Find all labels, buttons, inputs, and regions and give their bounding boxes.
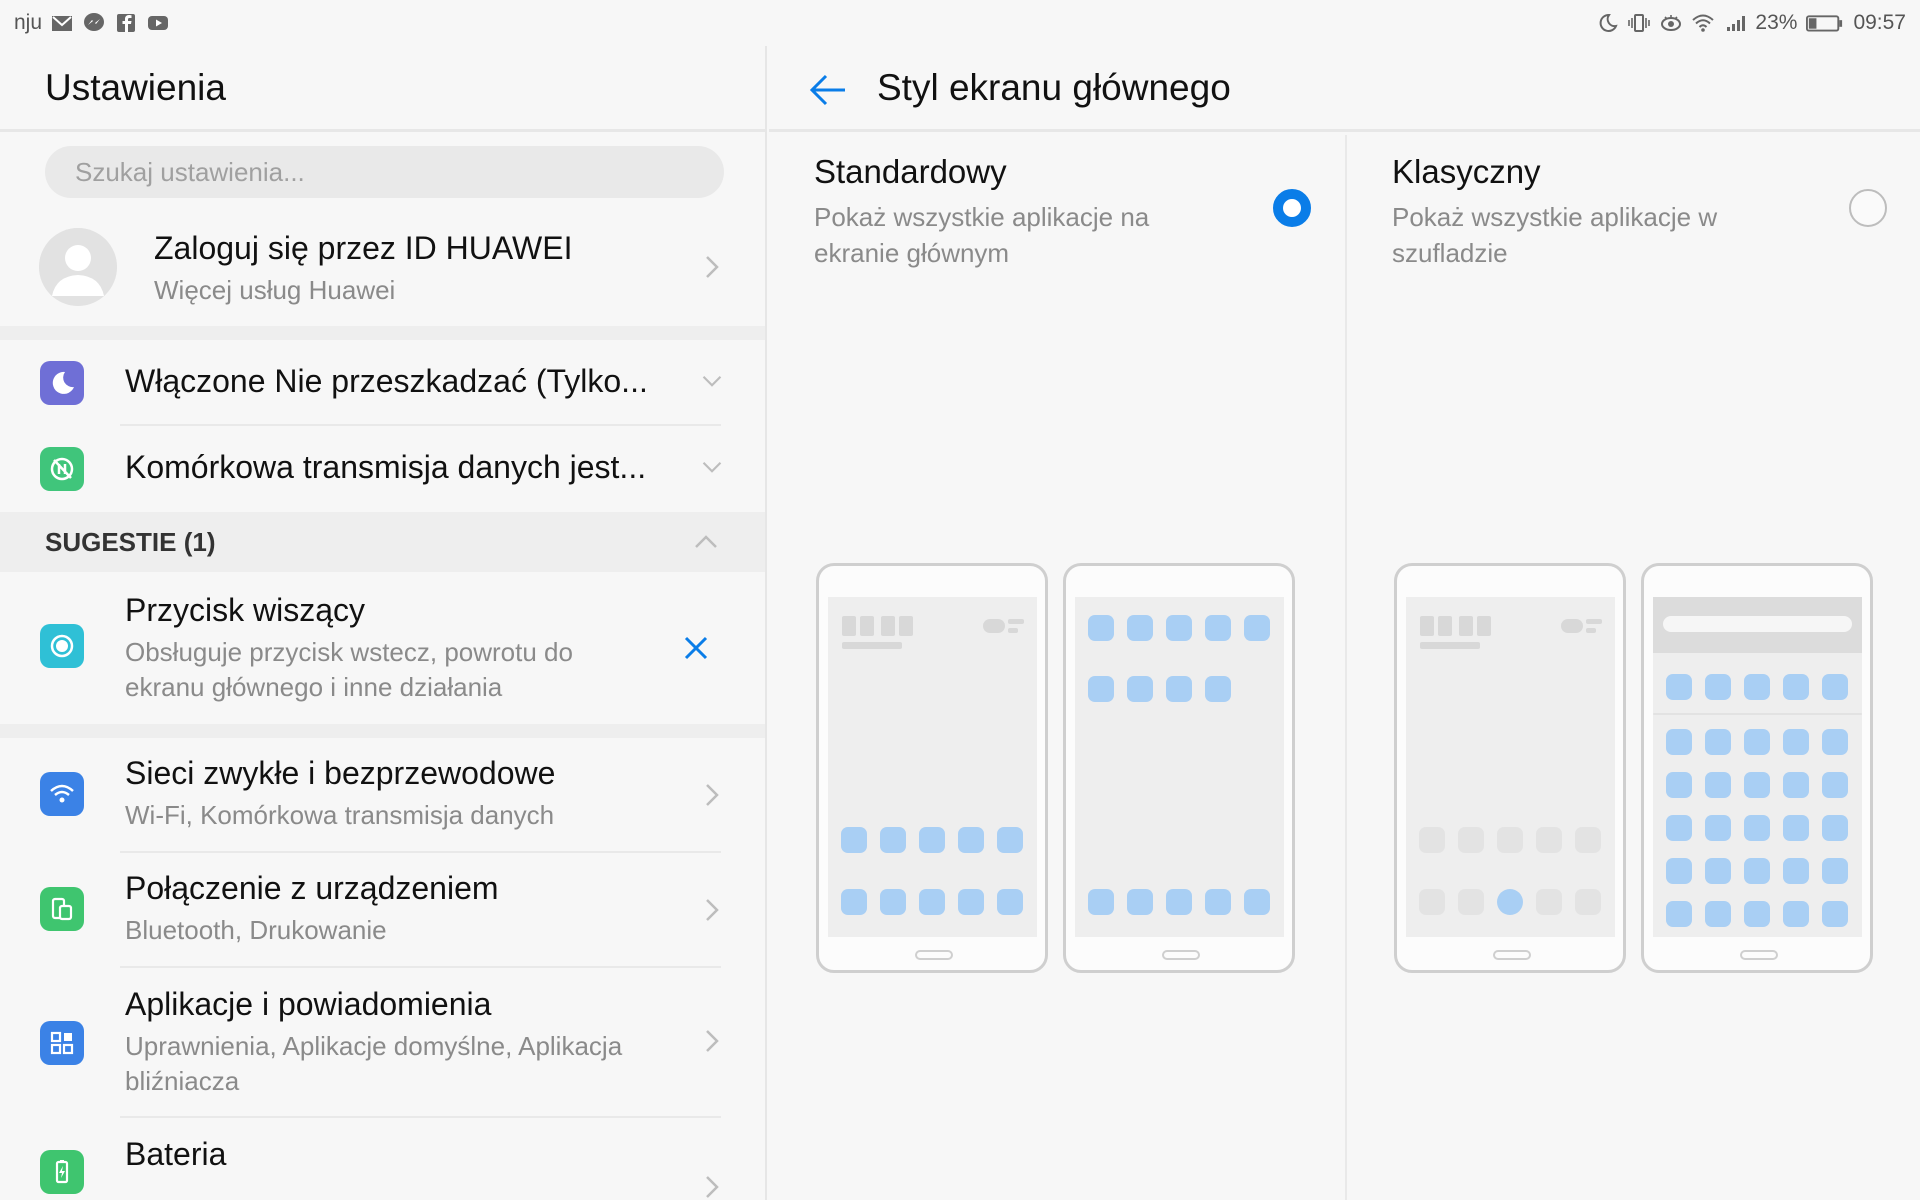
apps-icon	[40, 1021, 84, 1065]
section-separator	[0, 724, 765, 738]
suggestion-subtitle-line1: Obsługuje przycisk wstecz, powrotu do	[125, 637, 573, 667]
settings-item-device-connection[interactable]: Połączenie z urządzeniem Bluetooth, Druk…	[0, 853, 765, 968]
option-standard-title: Standardowy	[814, 153, 1007, 190]
radio-classic-unselected[interactable]	[1849, 189, 1887, 227]
battery-title: Bateria	[125, 1136, 227, 1172]
home-button	[915, 950, 953, 960]
phone-screen	[828, 597, 1037, 937]
avatar	[39, 228, 117, 306]
youtube-icon	[146, 12, 170, 34]
floating-button-icon	[40, 624, 84, 668]
settings-item-apps[interactable]: Aplikacje i powiadomienia Uprawnienia, A…	[0, 968, 765, 1118]
screen: nju 23% 09:57 Ustawienia Szukaj ustawien…	[0, 0, 1920, 1200]
mobile-data-label: Komórkowa transmisja danych jest...	[125, 449, 647, 485]
phone-preview	[816, 563, 1048, 973]
vibrate-icon	[1627, 12, 1651, 34]
clock: 09:57	[1853, 11, 1906, 34]
signal-icon	[1723, 12, 1747, 34]
carrier-label: nju	[14, 11, 43, 34]
phone-preview	[1394, 563, 1626, 973]
option-classic-desc-line1: Pokaż wszystkie aplikacje w	[1392, 202, 1718, 232]
settings-item-networks[interactable]: Sieci zwykłe i bezprzewodowe Wi-Fi, Komó…	[0, 738, 765, 853]
settings-pane: Ustawienia Szukaj ustawienia... Zaloguj …	[0, 46, 767, 1200]
back-arrow-icon[interactable]	[809, 73, 847, 107]
chevron-right-icon	[701, 899, 723, 921]
messenger-icon	[82, 12, 106, 34]
mobile-data-quick-row[interactable]: Komórkowa transmisja danych jest...	[0, 426, 765, 512]
close-icon[interactable]	[681, 633, 711, 663]
wifi-icon	[1691, 12, 1715, 34]
phone-preview	[1641, 563, 1873, 973]
gmail-icon	[50, 12, 74, 34]
chevron-right-icon	[701, 256, 723, 278]
status-bar: nju 23% 09:57	[0, 0, 1920, 46]
chevron-right-icon	[701, 784, 723, 806]
huawei-id-login-row[interactable]: Zaloguj się przez ID HUAWEI Więcej usług…	[0, 208, 765, 326]
login-subtitle: Więcej usług Huawei	[154, 275, 396, 305]
facebook-icon	[114, 12, 138, 34]
device-connection-title: Połączenie z urządzeniem	[125, 870, 499, 906]
battery-icon	[1805, 12, 1845, 34]
standard-preview	[816, 563, 1296, 973]
search-input[interactable]: Szukaj ustawienia...	[45, 146, 724, 198]
suggestions-title: SUGESTIE (1)	[45, 526, 216, 557]
chevron-down-icon[interactable]	[701, 370, 723, 392]
device-connection-subtitle: Bluetooth, Drukowanie	[125, 915, 387, 945]
settings-item-battery[interactable]: Bateria	[0, 1118, 765, 1200]
dnd-quick-row[interactable]: Włączone Nie przeszkadzać (Tylko...	[0, 340, 765, 426]
page-title: Styl ekranu głównego	[877, 66, 1231, 108]
device-connection-icon	[40, 887, 84, 931]
wifi-icon	[40, 772, 84, 816]
option-classic-title: Klasyczny	[1392, 153, 1541, 190]
phone-screen	[1653, 597, 1862, 937]
phone-screen	[1406, 597, 1615, 937]
classic-preview	[1394, 563, 1874, 973]
option-standard[interactable]: Standardowy Pokaż wszystkie aplikacje na…	[769, 135, 1345, 1200]
home-button	[1162, 950, 1200, 960]
networks-title: Sieci zwykłe i bezprzewodowe	[125, 755, 556, 791]
moon-icon	[40, 361, 84, 405]
settings-title: Ustawienia	[0, 46, 765, 132]
option-classic[interactable]: Klasyczny Pokaż wszystkie aplikacje w sz…	[1345, 135, 1920, 1200]
battery-percent: 23%	[1755, 11, 1798, 34]
dnd-label: Włączone Nie przeszkadzać (Tylko...	[125, 363, 648, 399]
home-button	[1493, 950, 1531, 960]
option-standard-desc-line1: Pokaż wszystkie aplikacje na	[814, 202, 1150, 232]
option-classic-desc-line2: szufladzie	[1392, 238, 1508, 268]
option-classic-desc: Pokaż wszystkie aplikacje w szufladzie	[1392, 199, 1772, 271]
battery-icon	[40, 1150, 84, 1194]
eye-comfort-icon	[1659, 12, 1683, 34]
chevron-right-icon	[701, 1176, 723, 1198]
apps-subtitle-line1: Uprawnienia, Aplikacje domyślne, Aplikac…	[125, 1031, 623, 1061]
apps-subtitle-line2: bliźniacza	[125, 1066, 240, 1096]
suggestions-header[interactable]: SUGESTIE (1)	[0, 512, 765, 572]
option-standard-desc: Pokaż wszystkie aplikacje na ekranie głó…	[814, 199, 1194, 271]
chevron-up-icon[interactable]	[693, 528, 719, 559]
data-off-icon	[40, 447, 84, 491]
detail-header: Styl ekranu głównego	[769, 46, 1920, 132]
networks-subtitle: Wi-Fi, Komórkowa transmisja danych	[125, 800, 555, 830]
chevron-down-icon[interactable]	[701, 456, 723, 478]
option-standard-desc-line2: ekranie głównym	[814, 238, 1010, 268]
chevron-right-icon	[701, 1030, 723, 1052]
phone-screen	[1075, 597, 1284, 937]
home-screen-style-pane: Styl ekranu głównego Standardowy Pokaż w…	[769, 46, 1920, 1200]
radio-standard-selected[interactable]	[1273, 189, 1311, 227]
login-title: Zaloguj się przez ID HUAWEI	[154, 230, 573, 266]
phone-preview	[1063, 563, 1295, 973]
suggestion-subtitle-line2: ekranu głównego i inne działania	[125, 672, 503, 702]
suggestion-title: Przycisk wiszący	[125, 592, 366, 628]
moon-icon	[1595, 12, 1619, 34]
apps-title: Aplikacje i powiadomienia	[125, 986, 492, 1022]
suggestion-floating-button-row[interactable]: Przycisk wiszący Obsługuje przycisk wste…	[0, 572, 765, 724]
section-separator	[0, 326, 765, 340]
home-button	[1740, 950, 1778, 960]
